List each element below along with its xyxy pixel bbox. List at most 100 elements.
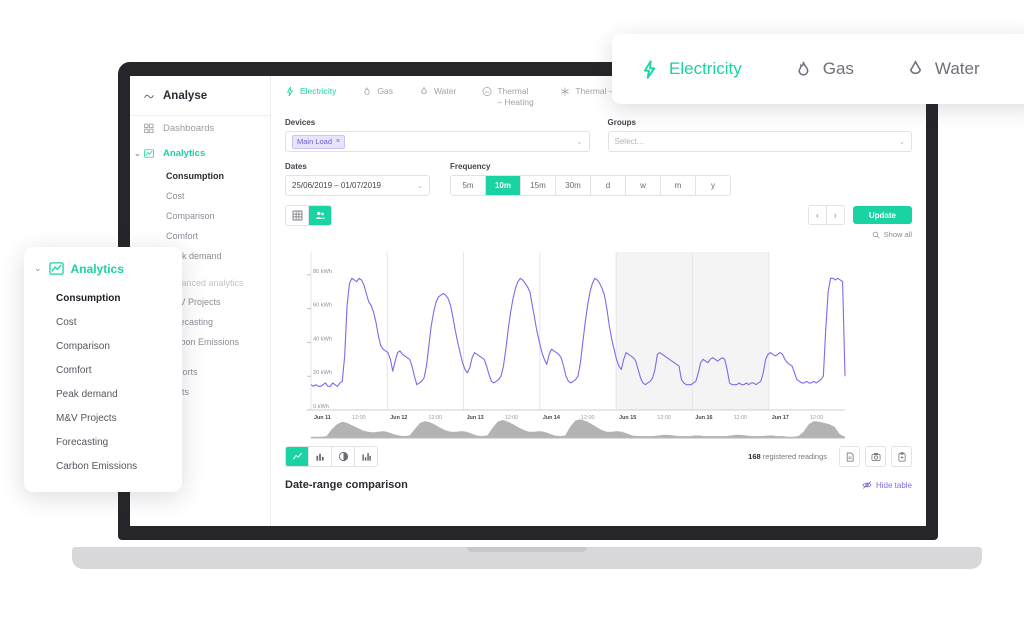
devices-select[interactable]: Main Load × ⌄ — [285, 131, 590, 153]
chevron-down-icon[interactable]: ⌄ — [899, 138, 905, 146]
column-chart-button[interactable] — [355, 447, 377, 467]
overlay-menu-item-consumption[interactable]: Consumption — [24, 286, 182, 310]
overlay-menu-header[interactable]: ⌄ Analytics — [24, 259, 182, 286]
thermal-heating-icon: nv — [482, 87, 492, 96]
view-and-update-row: ‹ › Update Show all — [285, 205, 912, 239]
svg-text:12:00: 12:00 — [581, 415, 595, 421]
svg-text:nv: nv — [485, 90, 489, 94]
next-range-button[interactable]: › — [826, 206, 844, 225]
readings-label: registered readings — [762, 452, 827, 462]
pie-chart-icon — [338, 452, 348, 462]
overlay-tab-label-gas: Gas — [822, 59, 854, 78]
svg-text:80 kWh: 80 kWh — [313, 269, 332, 275]
overlay-menu-item-peak-demand[interactable]: Peak demand — [24, 382, 182, 406]
sidebar-subitem-consumption[interactable]: Consumption — [130, 166, 270, 186]
svg-text:12:00: 12:00 — [428, 415, 442, 421]
svg-text:12:00: 12:00 — [810, 415, 824, 421]
device-chip-label: Main Load — [297, 137, 333, 147]
pie-chart-button[interactable] — [332, 447, 355, 467]
chart-footer: 168 registered readings — [285, 446, 912, 468]
frequency-5m[interactable]: 5m — [451, 176, 486, 196]
tab-electricity[interactable]: Electricity — [285, 86, 336, 97]
svg-text:12:00: 12:00 — [734, 415, 748, 421]
overlay-tab-gas[interactable]: Gas — [794, 59, 854, 80]
svg-text:Jun 16: Jun 16 — [695, 415, 712, 421]
sidebar-item-analytics[interactable]: ⌄ Analytics — [130, 141, 270, 166]
show-all-link[interactable]: Show all — [872, 230, 912, 239]
frequency-15m[interactable]: 15m — [521, 176, 556, 196]
overlay-menu-title: Analytics — [70, 261, 124, 276]
prev-range-button[interactable]: ‹ — [808, 206, 827, 225]
device-chip-main-load[interactable]: Main Load × — [292, 134, 346, 149]
people-icon — [315, 212, 325, 220]
device-group-filters: Devices Main Load × ⌄ Groups Select... ⌄ — [285, 116, 912, 153]
consumption-chart[interactable]: 0 kWh 20 kWh 40 kWh 60 kWh 80 kWh Jun 11 12:0… — [285, 244, 912, 440]
overlay-analytics-menu: ⌄ Analytics Consumption Cost Comparison … — [24, 247, 182, 492]
close-icon[interactable]: × — [336, 138, 340, 145]
analytics-chart-icon — [48, 262, 64, 275]
date-range-comparison-title: Date-range comparison — [285, 479, 408, 492]
groups-label: Groups — [607, 118, 636, 128]
overlay-menu-item-mv-projects[interactable]: M&V Projects — [24, 406, 182, 430]
overlay-menu-item-comparison[interactable]: Comparison — [24, 334, 182, 358]
overlay-energy-tabs: Electricity Gas Water — [612, 34, 1024, 104]
export-file-button[interactable] — [839, 446, 860, 468]
sidebar-label-dashboards: Dashboards — [163, 123, 215, 134]
sidebar-item-dashboards[interactable]: Dashboards — [130, 116, 270, 141]
chevron-down-icon[interactable]: ⌄ — [577, 138, 583, 146]
line-chart-button[interactable] — [286, 447, 309, 467]
frequency-30m[interactable]: 30m — [556, 176, 591, 196]
overlay-menu-item-forecasting[interactable]: Forecasting — [24, 430, 182, 454]
frequency-10m[interactable]: 10m — [486, 176, 521, 196]
dates-field: Dates 25/06/2019 – 01/07/2019 ⌄ — [285, 160, 430, 197]
view-toggle-group — [285, 205, 332, 227]
date-range-comparison-section: Date-range comparison Hide table — [285, 479, 912, 491]
hide-table-link[interactable]: Hide table — [862, 480, 912, 490]
tab-label-electricity: Electricity — [300, 86, 337, 96]
devices-label: Devices — [285, 118, 316, 128]
sidebar-subitem-comfort[interactable]: Comfort — [130, 226, 270, 246]
update-button[interactable]: Update — [852, 206, 912, 225]
export-buttons — [839, 446, 912, 468]
chart-navigator-area — [311, 419, 845, 439]
svg-text:12:00: 12:00 — [505, 415, 519, 421]
camera-icon — [871, 452, 880, 461]
consumption-chart-svg: 0 kWh 20 kWh 40 kWh 60 kWh 80 kWh Jun 11 12:0… — [307, 252, 846, 439]
frequency-label: Frequency — [450, 162, 491, 172]
overlay-tab-electricity[interactable]: Electricity — [640, 59, 742, 80]
chevron-down-icon[interactable]: ⌄ — [417, 182, 423, 190]
svg-text:Jun 13: Jun 13 — [467, 415, 484, 421]
tab-gas[interactable]: Gas — [362, 86, 393, 97]
frequency-m[interactable]: m — [661, 176, 696, 196]
date-range-picker[interactable]: 25/06/2019 – 01/07/2019 ⌄ — [285, 175, 430, 197]
tab-water[interactable]: Water — [419, 86, 456, 97]
bar-chart-button[interactable] — [309, 447, 332, 467]
chart-type-toggle-group — [285, 446, 378, 468]
overlay-tab-water[interactable]: Water — [906, 59, 980, 80]
export-clipboard-button[interactable] — [891, 446, 912, 468]
sidebar-subitem-cost[interactable]: Cost — [130, 186, 270, 206]
dashboards-icon — [144, 123, 154, 133]
view-group-button[interactable] — [309, 206, 331, 226]
footer-right: 168 registered readings — [748, 446, 912, 468]
droplet-icon — [909, 59, 922, 74]
registered-readings: 168 registered readings — [748, 452, 827, 461]
frequency-d[interactable]: d — [591, 176, 626, 196]
view-grid-button[interactable] — [286, 206, 309, 226]
overlay-tab-label-electricity: Electricity — [669, 59, 742, 78]
overlay-menu-item-cost[interactable]: Cost — [24, 310, 182, 334]
sidebar-subitem-comparison[interactable]: Comparison — [130, 206, 270, 226]
svg-text:0 kWh: 0 kWh — [313, 404, 329, 410]
overlay-menu-item-carbon-emissions[interactable]: Carbon Emissions — [24, 454, 182, 478]
svg-text:60 kWh: 60 kWh — [313, 303, 332, 309]
svg-text:Jun 17: Jun 17 — [772, 415, 789, 421]
tab-thermal-heating[interactable]: nv Thermal – Heating — [482, 86, 534, 107]
overlay-menu-item-comfort[interactable]: Comfort — [24, 358, 182, 382]
bolt-icon — [287, 86, 293, 97]
svg-text:20 kWh: 20 kWh — [313, 370, 332, 376]
groups-select[interactable]: Select... ⌄ — [607, 131, 912, 153]
export-image-button[interactable] — [865, 446, 886, 468]
frequency-y[interactable]: y — [696, 176, 730, 196]
svg-text:12:00: 12:00 — [657, 415, 671, 421]
frequency-w[interactable]: w — [626, 176, 661, 196]
